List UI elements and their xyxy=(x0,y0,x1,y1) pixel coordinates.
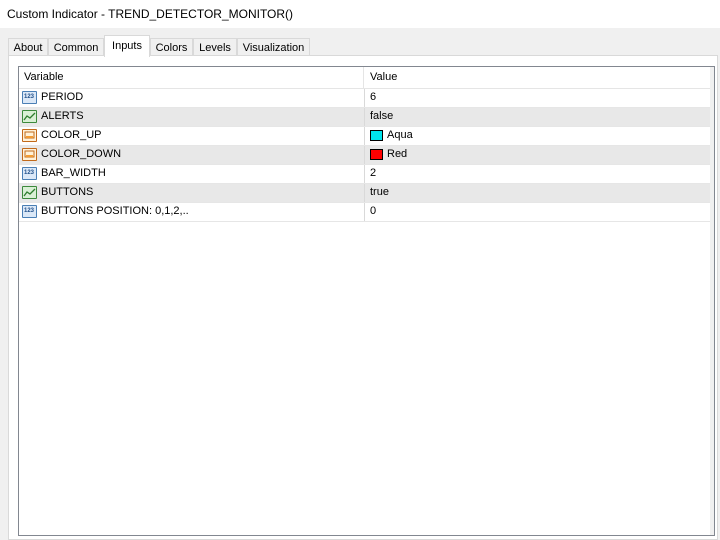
value-cell[interactable]: Aqua xyxy=(365,127,712,145)
value-cell[interactable]: 6 xyxy=(365,89,712,107)
color-icon xyxy=(22,129,37,142)
color-icon xyxy=(22,148,37,161)
numeric-icon: 123 xyxy=(22,205,37,218)
column-header-variable[interactable]: Variable xyxy=(19,67,364,88)
value-cell[interactable]: Red xyxy=(365,146,712,164)
table-row[interactable]: COLOR_DOWN Red xyxy=(19,146,712,165)
variable-cell: 123 PERIOD xyxy=(19,89,365,107)
tab-visualization[interactable]: Visualization xyxy=(237,38,310,56)
numeric-icon: 123 xyxy=(22,91,37,104)
value-text[interactable]: Red xyxy=(387,148,407,160)
vertical-scrollbar[interactable] xyxy=(710,67,714,535)
boolean-icon xyxy=(22,110,37,123)
value-text[interactable]: 2 xyxy=(370,167,376,179)
boolean-icon xyxy=(22,186,37,199)
title-bar: Custom Indicator - TREND_DETECTOR_MONITO… xyxy=(0,0,720,28)
value-text[interactable]: Aqua xyxy=(387,129,413,141)
value-cell[interactable]: 2 xyxy=(365,165,712,183)
color-swatch-red[interactable] xyxy=(370,149,383,160)
variable-cell: ALERTS xyxy=(19,108,365,126)
inputs-grid: Variable Value 123 PERIOD 6 ALERTS false… xyxy=(18,66,715,536)
value-cell[interactable]: true xyxy=(365,184,712,202)
value-cell[interactable]: false xyxy=(365,108,712,126)
table-row[interactable]: 123 PERIOD 6 xyxy=(19,89,712,108)
variable-name: COLOR_UP xyxy=(41,129,102,141)
inputs-panel: Variable Value 123 PERIOD 6 ALERTS false… xyxy=(8,55,718,540)
value-text[interactable]: 6 xyxy=(370,91,376,103)
variable-name: BUTTONS xyxy=(41,186,94,198)
value-text[interactable]: 0 xyxy=(370,205,376,217)
variable-name: BUTTONS POSITION: 0,1,2,.. xyxy=(41,205,189,217)
value-cell[interactable]: 0 xyxy=(365,203,712,221)
variable-name: PERIOD xyxy=(41,91,84,103)
color-swatch-aqua[interactable] xyxy=(370,130,383,141)
variable-cell: COLOR_UP xyxy=(19,127,365,145)
table-row[interactable]: 123 BAR_WIDTH 2 xyxy=(19,165,712,184)
value-text[interactable]: true xyxy=(370,186,389,198)
indicator-dialog: About Common Inputs Colors Levels Visual… xyxy=(0,28,720,540)
tab-inputs[interactable]: Inputs xyxy=(104,35,150,57)
variable-cell: COLOR_DOWN xyxy=(19,146,365,164)
grid-header: Variable Value xyxy=(19,67,712,89)
variable-cell: 123 BAR_WIDTH xyxy=(19,165,365,183)
tab-colors[interactable]: Colors xyxy=(150,38,193,56)
table-row[interactable]: COLOR_UP Aqua xyxy=(19,127,712,146)
value-text[interactable]: false xyxy=(370,110,393,122)
table-row[interactable]: 123 BUTTONS POSITION: 0,1,2,.. 0 xyxy=(19,203,712,222)
numeric-icon: 123 xyxy=(22,167,37,180)
variable-name: ALERTS xyxy=(41,110,84,122)
window-title: Custom Indicator - TREND_DETECTOR_MONITO… xyxy=(7,7,294,21)
table-row[interactable]: BUTTONS true xyxy=(19,184,712,203)
variable-name: BAR_WIDTH xyxy=(41,167,106,179)
variable-cell: 123 BUTTONS POSITION: 0,1,2,.. xyxy=(19,203,365,221)
tab-about[interactable]: About xyxy=(8,38,48,56)
variable-name: COLOR_DOWN xyxy=(41,148,122,160)
table-row[interactable]: ALERTS false xyxy=(19,108,712,127)
column-header-value[interactable]: Value xyxy=(365,67,700,88)
tab-common[interactable]: Common xyxy=(48,38,104,56)
tab-levels[interactable]: Levels xyxy=(193,38,237,56)
variable-cell: BUTTONS xyxy=(19,184,365,202)
